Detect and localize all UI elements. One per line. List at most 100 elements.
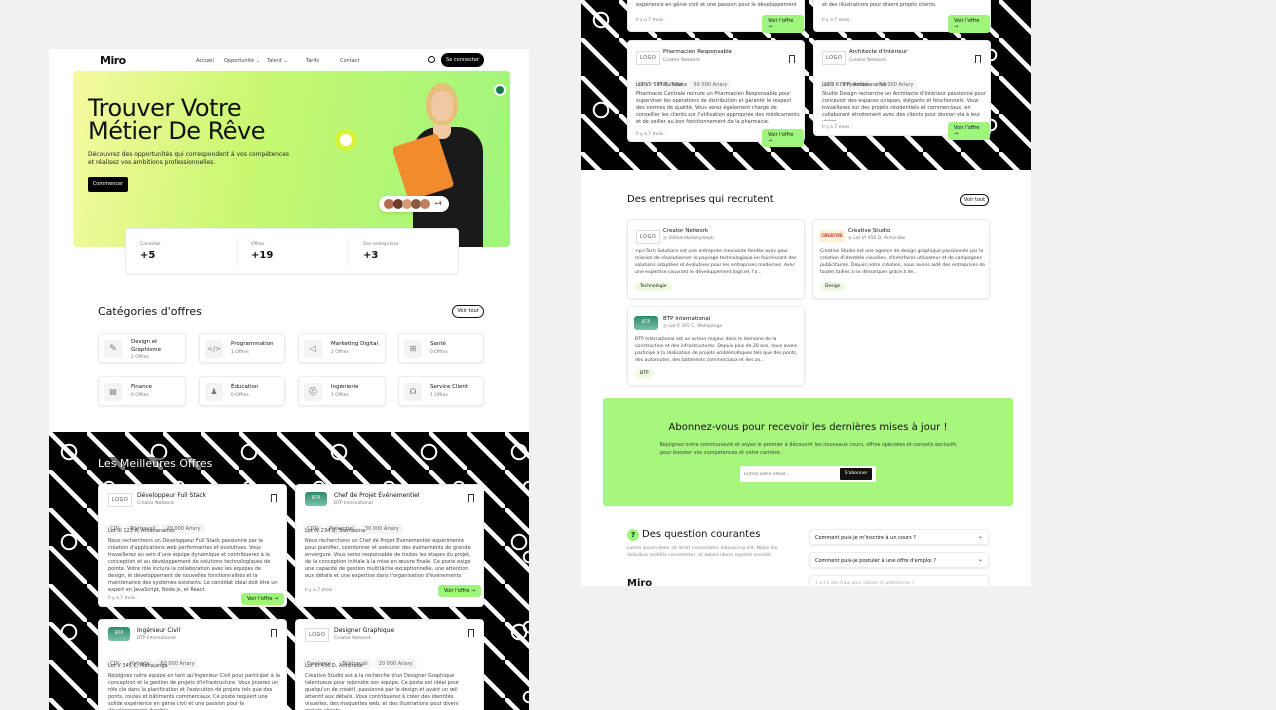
- tag-salary: 30 000 Ariary: [360, 524, 403, 534]
- category-name: Éducation: [231, 384, 259, 390]
- btp-logo: BTP: [634, 316, 658, 330]
- faq-question: Comment puis-je postuler à une offre d'e…: [815, 558, 936, 564]
- company-logo: LOGO: [636, 51, 661, 65]
- view-offer-button[interactable]: Voir l'offre →: [762, 129, 804, 147]
- category-card[interactable]: ♟ Éducation 0 Offres: [199, 376, 285, 406]
- headset-icon: ☊: [404, 383, 422, 401]
- stats-card: Candidat +5 Offres +19 Des entreprises +…: [125, 228, 459, 274]
- category-card[interactable]: ⛑ Ingénierie 1 Offres: [298, 376, 386, 406]
- job-card[interactable]: BTP Chef de Projet Événementiel BTP Inte…: [295, 484, 484, 607]
- bookmark-icon[interactable]: [271, 494, 277, 502]
- companies-see-all-button[interactable]: Voir tout: [960, 194, 989, 206]
- email-input[interactable]: [744, 469, 834, 479]
- nav-talent[interactable]: Talent ⌄: [267, 58, 288, 64]
- best-offers-title: Les Meilleures Offres: [98, 457, 213, 470]
- categories-see-all-button[interactable]: Voir tout: [452, 305, 484, 318]
- faq-item[interactable]: Y a-t-il des frais pour utiliser la plat…: [809, 575, 989, 586]
- subscribe-button[interactable]: S'abonner: [840, 468, 872, 480]
- bookmark-icon[interactable]: [468, 629, 474, 637]
- job-card[interactable]: LOGO Pharmacien Responsable Creator Netw…: [627, 40, 805, 147]
- job-address: Lot III 123 A, Antananarivo: [108, 528, 175, 534]
- btp-logo: BTP: [108, 627, 130, 641]
- faq-question: Comment puis-je m'inscrire à un cours ?: [815, 535, 916, 541]
- newsletter-desc-line1: Rejoignez notre communauté et soyez le p…: [659, 442, 957, 448]
- company-logo: LOGO: [636, 230, 661, 244]
- faq-item[interactable]: Comment puis-je m'inscrire à un cours ? …: [809, 529, 989, 545]
- job-title: Pharmacien Responsable: [663, 49, 733, 55]
- location-icon: ◎: [663, 236, 667, 241]
- job-company: Creator Network: [663, 58, 701, 63]
- category-card[interactable]: ✎ Design et Graphisme 2 Offres: [98, 333, 186, 363]
- job-posted-time: Il y a 7 mois ·: [305, 588, 336, 593]
- view-offer-button[interactable]: Voir l'offre →: [948, 15, 990, 33]
- job-address: Lot II 678 F, Antananarivo: [822, 82, 887, 88]
- bookmark-icon[interactable]: [975, 55, 981, 63]
- tag-salary: 20 000 Ariary: [374, 659, 417, 669]
- company-location: ◎ Lot VI 456 D, Antsirabe: [848, 236, 906, 241]
- chevron-down-icon: ⌄: [978, 533, 984, 540]
- job-address: Lot VII 567 E, Toliara: [636, 82, 687, 88]
- company-tag: Design: [820, 282, 846, 291]
- newsletter-desc-line2: pour booster vos compétences et votre ca…: [660, 450, 782, 456]
- job-card[interactable]: LOGO Designer Graphique Creator Network …: [295, 619, 484, 710]
- job-card[interactable]: LOGO Architecte d'Intérieur Creator Netw…: [813, 40, 991, 140]
- hero-banner: Trouver Votre Métier De Rêve Découvrez d…: [73, 71, 510, 247]
- newsletter-title: Abonnez-vous pour recevoir les dernières…: [668, 422, 948, 433]
- job-description: Nous recherchons un Chef de Projet Événe…: [305, 538, 471, 579]
- category-count: 1 Offres: [331, 393, 349, 398]
- bookmark-icon[interactable]: [468, 494, 474, 502]
- stat-value-candidat: +5: [140, 250, 156, 261]
- category-card[interactable]: ◁ Marketing Digital 2 Offres: [298, 333, 386, 363]
- job-posted-time: Il y a 7 mois ·: [636, 18, 667, 23]
- location-icon: ◎: [848, 236, 852, 241]
- view-offer-button[interactable]: Voir l'offre →: [948, 122, 990, 140]
- faq-item[interactable]: Comment puis-je postuler à une offre d'e…: [809, 552, 989, 568]
- bookmark-icon[interactable]: [789, 55, 795, 63]
- company-logo: LOGO: [305, 628, 330, 642]
- company-card[interactable]: CREATIVE Creative Studio ◎ Lot VI 456 D,…: [812, 219, 990, 299]
- footer-logo[interactable]: Miro: [627, 578, 652, 586]
- job-title: Chef de Projet Événementiel: [334, 492, 420, 499]
- category-count: 1 Offres: [231, 350, 249, 355]
- category-card[interactable]: ▤ Finance 0 Offres: [98, 376, 186, 406]
- newsletter-form: S'abonner: [740, 466, 876, 482]
- chevron-down-icon: ⌄: [978, 556, 984, 563]
- company-location: ◎ Lot V 345 C, Mahajanga: [663, 324, 723, 329]
- hero-cta-button[interactable]: Commencer: [88, 177, 128, 192]
- category-card[interactable]: ⊞ Santé 0 Offres: [398, 333, 484, 363]
- nav-accueil[interactable]: Accueil: [196, 58, 214, 64]
- job-title: Ingénieur Civil: [137, 627, 181, 634]
- bookmark-icon[interactable]: [271, 629, 277, 637]
- category-card[interactable]: </> Programmation 1 Offres: [199, 333, 285, 363]
- search-icon[interactable]: [428, 56, 435, 63]
- job-address: Lot V 345 C, Mahajanga: [108, 663, 168, 669]
- best-offers-section: Les Meilleures Offres LOGO Développeur F…: [49, 432, 529, 710]
- category-count: 2 Offres: [331, 350, 349, 355]
- view-offer-button[interactable]: Voir l'offre →: [438, 585, 482, 597]
- offers-continued-section: routes et bâtiments commerciaux. Ce post…: [581, 0, 1031, 170]
- job-card[interactable]: LOGO Développeur Full Stack Creator Netw…: [98, 484, 287, 607]
- company-tag: Technologie: [635, 282, 672, 291]
- category-card[interactable]: ☊ Service Client 1 Offres: [398, 376, 484, 406]
- job-card-partial[interactable]: routes et bâtiments commerciaux. Ce post…: [627, 0, 805, 33]
- engineering-icon: ⛑: [304, 383, 322, 401]
- job-description: routes et bâtiments commerciaux. Ce post…: [636, 0, 797, 8]
- company-card[interactable]: LOGO Creator Network ◎ Valiharakotokylaa…: [627, 219, 805, 299]
- view-offer-button[interactable]: Voir l'offre →: [762, 15, 804, 33]
- faq-question: Y a-t-il des frais pour utiliser la plat…: [815, 581, 914, 586]
- view-offer-button[interactable]: Voir l'offre →: [241, 593, 285, 605]
- job-posted-time: Il y a 7 mois ·: [822, 18, 853, 23]
- category-count: 0 Offres: [231, 393, 249, 398]
- company-card[interactable]: BTP BTP International ◎ Lot V 345 C, Mah…: [627, 306, 805, 386]
- avatar: [420, 199, 430, 209]
- category-name: Finance: [131, 384, 153, 390]
- job-card-partial[interactable]: contribuerez à créer des identités visue…: [813, 0, 991, 33]
- tag-salary: 50 000 Ariary: [689, 80, 732, 90]
- company-description: <p>Tech Solutions est une entreprise inn…: [635, 249, 797, 275]
- nav-opportunite[interactable]: Opportunité ⌄: [224, 58, 260, 64]
- job-card[interactable]: BTP Ingénieur Civil BTP International CD…: [98, 619, 287, 710]
- nav-logo[interactable]: Miro: [100, 54, 126, 67]
- login-button[interactable]: Se connecter: [441, 53, 484, 67]
- nav-tarifs[interactable]: Tarifs: [306, 58, 319, 64]
- nav-contact[interactable]: Contact: [340, 58, 359, 64]
